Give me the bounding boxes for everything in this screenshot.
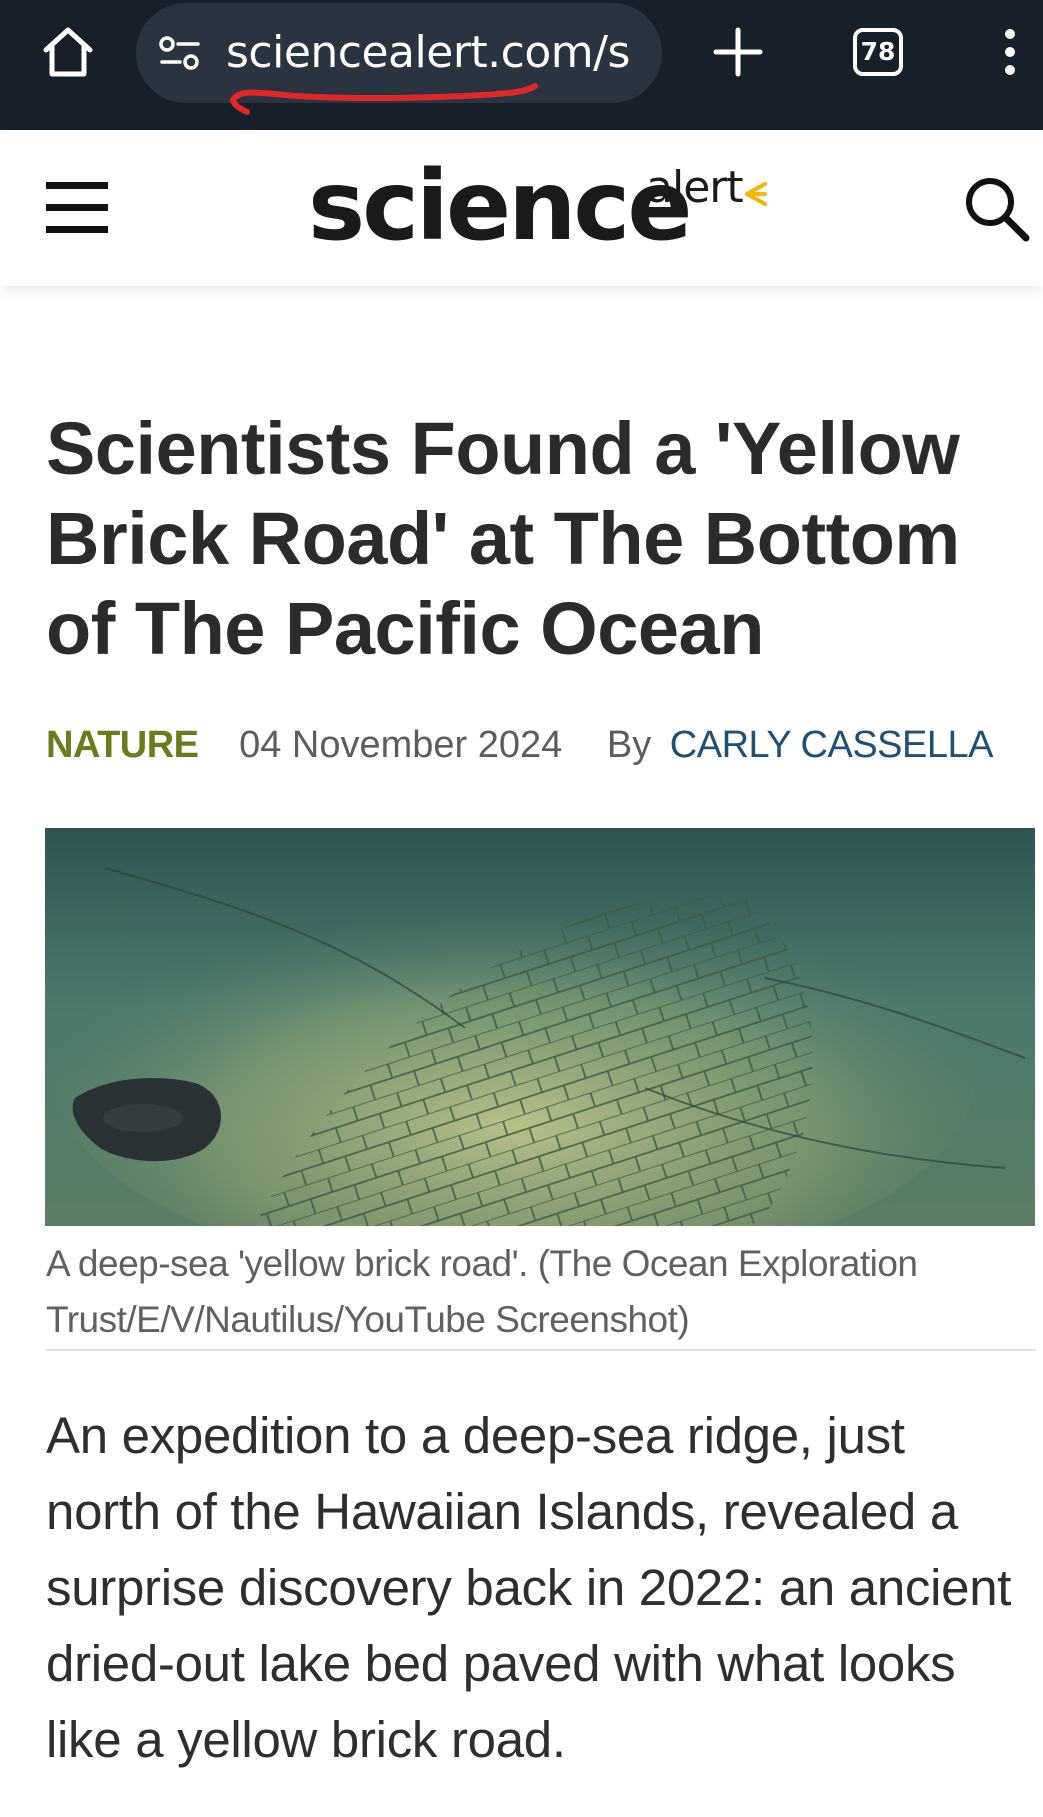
plus-icon[interactable]	[708, 22, 768, 82]
tab-switcher-button[interactable]: 78	[853, 28, 903, 76]
byline-label: By	[606, 724, 652, 766]
category-link[interactable]: NATURE	[46, 724, 199, 766]
article-body-paragraph: An expedition to a deep-sea ridge, just …	[46, 1407, 1012, 1768]
sciencealert-logo[interactable]: science alert	[308, 156, 778, 256]
more-vert-icon[interactable]	[995, 22, 1025, 82]
tune-icon[interactable]	[158, 33, 202, 73]
article-headline: Scientists Found a 'Yellow Brick Road' a…	[46, 407, 960, 670]
logo-science-text: science	[308, 150, 692, 262]
image-caption: A deep-sea 'yellow brick road'. (The Oce…	[46, 1243, 918, 1340]
hero-image	[45, 828, 1035, 1226]
hamburger-icon[interactable]	[46, 180, 110, 236]
logo-spark-icon	[745, 182, 767, 206]
browser-toolbar: sciencealert.com/s 78	[0, 0, 1043, 130]
red-underline-annotation	[230, 83, 538, 115]
home-icon[interactable]	[38, 22, 98, 82]
site-header: science alert	[0, 130, 1043, 286]
article-meta: NATURE 04 November 2024 By CARLY CASSELL…	[46, 724, 993, 772]
caption-divider	[46, 1349, 1036, 1351]
logo-alert-text: alert	[646, 162, 744, 213]
search-icon[interactable]	[962, 174, 1032, 244]
url-text[interactable]: sciencealert.com/s	[226, 27, 630, 78]
publish-date: 04 November 2024	[239, 724, 563, 766]
author-link[interactable]: CARLY CASSELLA	[670, 724, 994, 766]
